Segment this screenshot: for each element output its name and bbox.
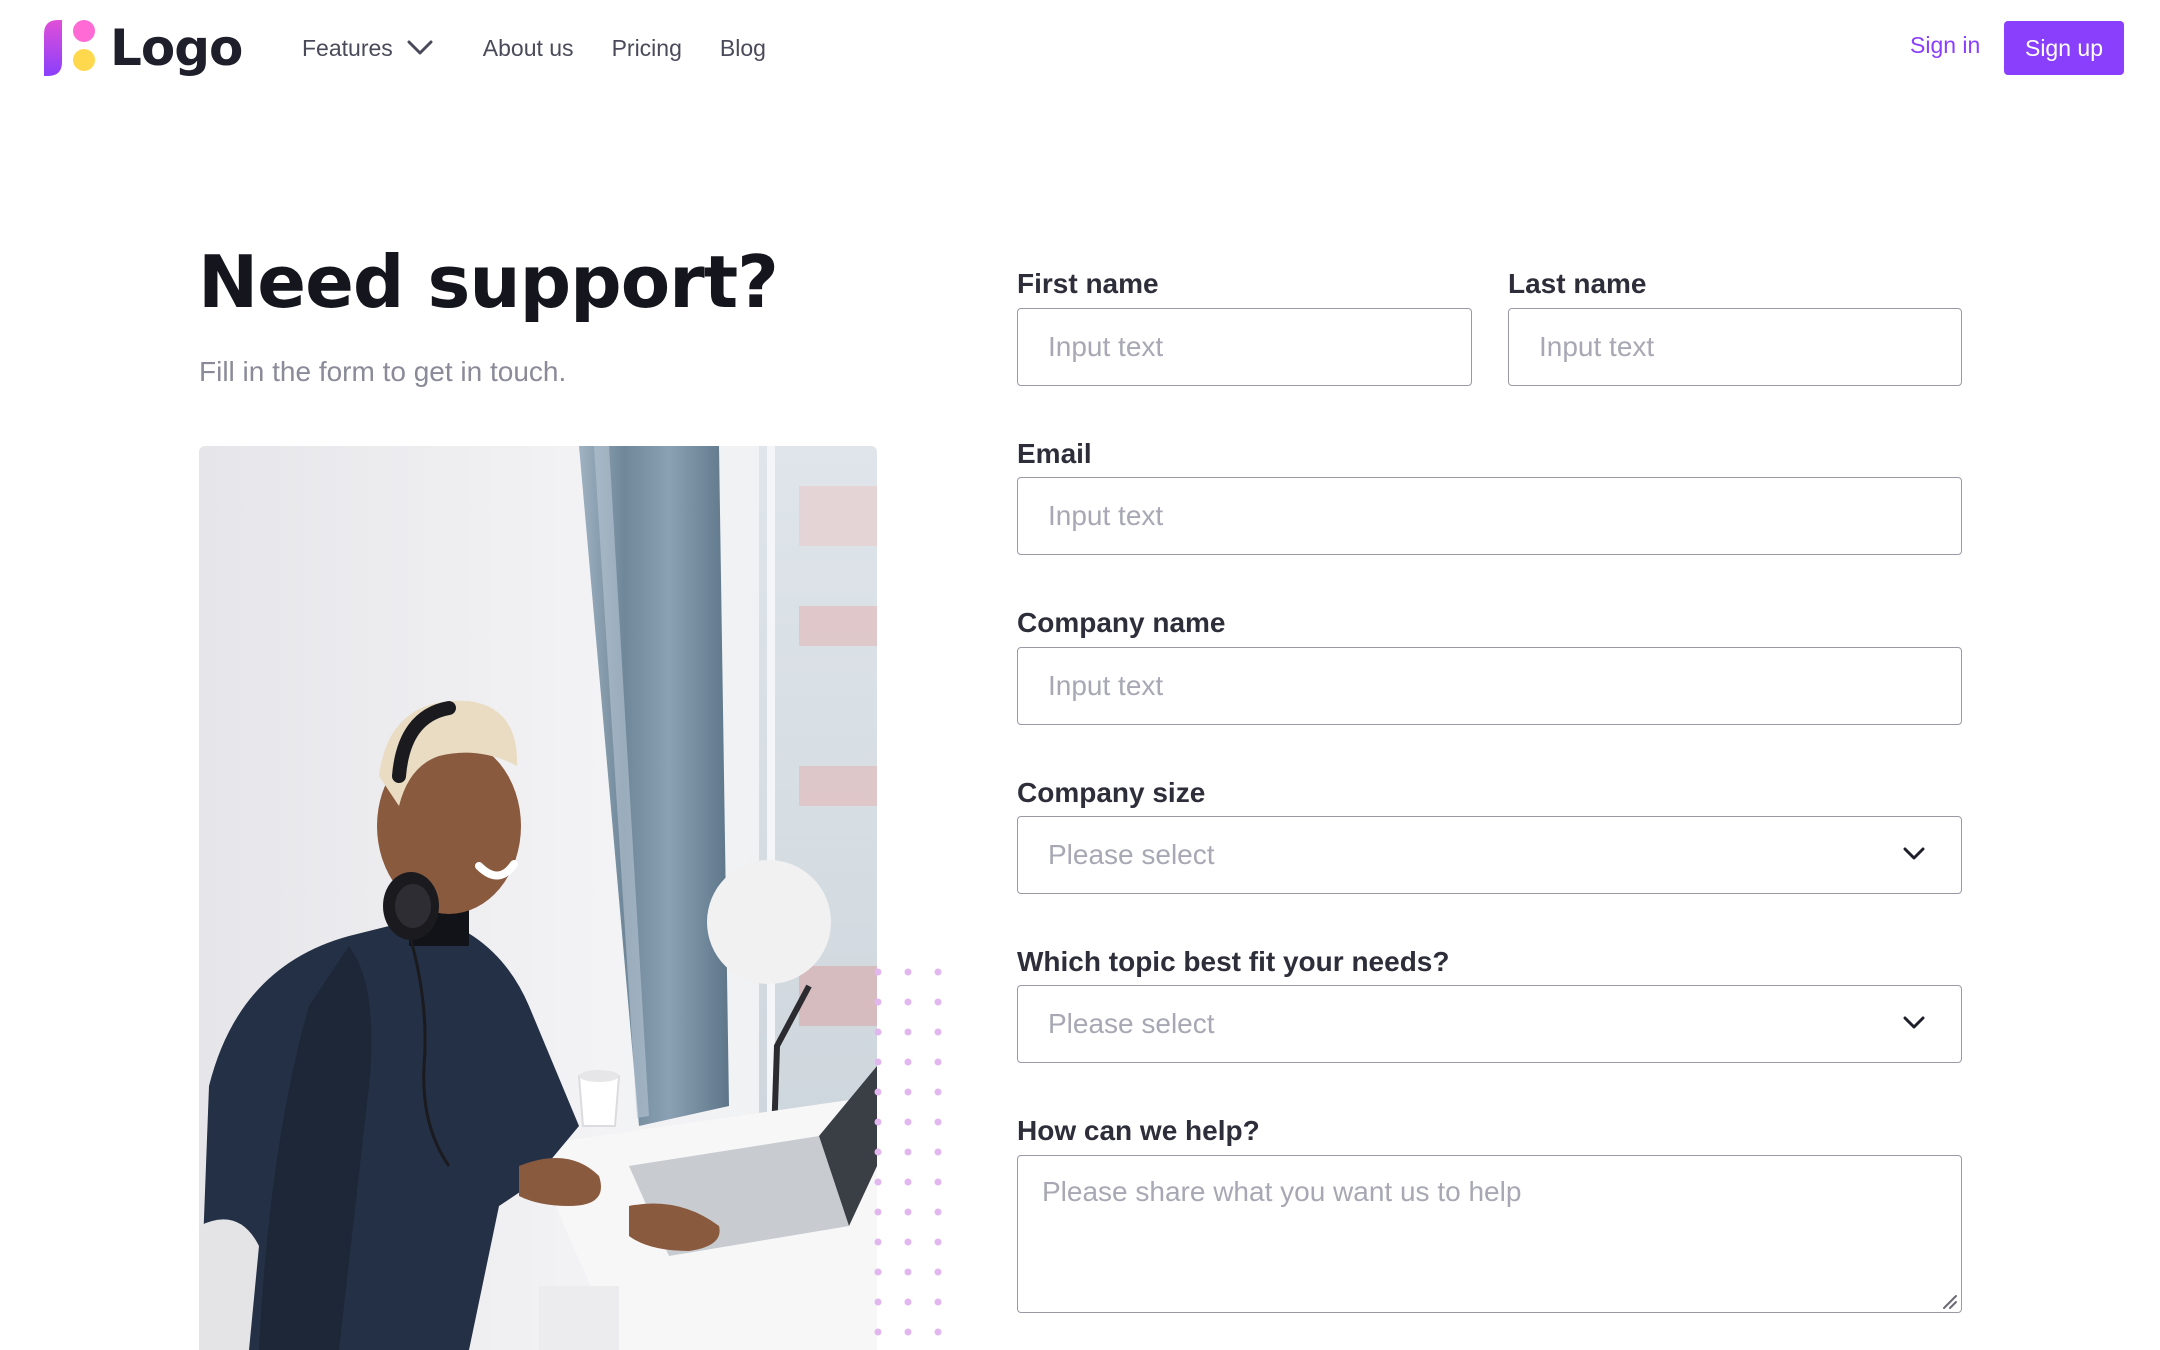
decorative-dot	[904, 1118, 912, 1126]
company-size-value: Please select	[1048, 839, 1215, 870]
topic-select[interactable]: Please select	[1017, 985, 1962, 1063]
decorative-dot	[934, 1028, 942, 1036]
sign-in-link[interactable]: Sign in	[1910, 32, 1980, 59]
page-title: Need support?	[198, 240, 779, 324]
decorative-dot	[934, 998, 942, 1006]
page-subtitle: Fill in the form to get in touch.	[199, 356, 567, 387]
help-label: How can we help?	[1017, 1115, 1260, 1146]
decorative-dot	[874, 968, 882, 976]
decorative-dot	[934, 1088, 942, 1096]
decorative-dot	[904, 1028, 912, 1036]
last-name-label: Last name	[1508, 268, 1647, 299]
decorative-dot	[904, 1148, 912, 1156]
decorative-dot	[904, 968, 912, 976]
decorative-dot	[874, 1328, 882, 1336]
nav-about-link[interactable]: About us	[483, 35, 574, 62]
company-name-label: Company name	[1017, 607, 1226, 638]
decorative-dot	[874, 1268, 882, 1276]
support-photo	[199, 446, 877, 1350]
decorative-dot	[904, 1088, 912, 1096]
decorative-dots	[874, 968, 942, 1336]
decorative-dot	[874, 1148, 882, 1156]
nav-pricing-link[interactable]: Pricing	[612, 35, 682, 62]
first-name-label: First name	[1017, 268, 1159, 299]
decorative-dot	[904, 998, 912, 1006]
decorative-dot	[934, 1118, 942, 1126]
last-name-input[interactable]	[1508, 308, 1962, 386]
top-nav: Logo Features About us Pricing Blog Sign…	[0, 0, 2160, 96]
decorative-dot	[904, 1298, 912, 1306]
decorative-dot	[934, 1148, 942, 1156]
decorative-dot	[904, 1268, 912, 1276]
nav-features-label: Features	[302, 34, 393, 61]
logo-mark-icon	[44, 20, 95, 76]
logo[interactable]: Logo	[42, 19, 243, 77]
nav-links: Features About us Pricing Blog	[302, 0, 804, 96]
company-size-label: Company size	[1017, 777, 1206, 808]
decorative-dot	[934, 1208, 942, 1216]
logo-text: Logo	[110, 19, 243, 77]
chevron-down-icon	[1903, 847, 1925, 861]
decorative-dot	[874, 1298, 882, 1306]
nav-blog-link[interactable]: Blog	[720, 35, 766, 62]
email-input[interactable]	[1017, 477, 1962, 555]
decorative-dot	[934, 1058, 942, 1066]
decorative-dot	[904, 1208, 912, 1216]
decorative-dot	[874, 1178, 882, 1186]
nav-features-menu[interactable]: Features	[302, 35, 433, 62]
decorative-dot	[874, 1088, 882, 1096]
decorative-dot	[934, 968, 942, 976]
resize-handle-icon[interactable]	[1940, 1292, 1958, 1310]
decorative-dot	[904, 1178, 912, 1186]
decorative-dot	[874, 1238, 882, 1246]
decorative-dot	[934, 1298, 942, 1306]
help-textarea[interactable]	[1017, 1155, 1962, 1313]
decorative-dot	[874, 1058, 882, 1066]
decorative-dot	[934, 1178, 942, 1186]
topic-label: Which topic best fit your needs?	[1017, 946, 1450, 977]
decorative-dot	[904, 1328, 912, 1336]
decorative-dot	[874, 998, 882, 1006]
company-name-input[interactable]	[1017, 647, 1962, 725]
decorative-dot	[904, 1238, 912, 1246]
chevron-down-icon	[407, 40, 433, 56]
email-label: Email	[1017, 438, 1092, 469]
sign-up-button[interactable]: Sign up	[2004, 21, 2124, 75]
decorative-dot	[934, 1238, 942, 1246]
company-size-select[interactable]: Please select	[1017, 816, 1962, 894]
topic-value: Please select	[1048, 1008, 1215, 1039]
decorative-dot	[934, 1328, 942, 1336]
decorative-dot	[874, 1028, 882, 1036]
decorative-dot	[934, 1268, 942, 1276]
first-name-input[interactable]	[1017, 308, 1472, 386]
chevron-down-icon	[1903, 1016, 1925, 1030]
decorative-dot	[874, 1118, 882, 1126]
decorative-dot	[904, 1058, 912, 1066]
decorative-dot	[874, 1208, 882, 1216]
